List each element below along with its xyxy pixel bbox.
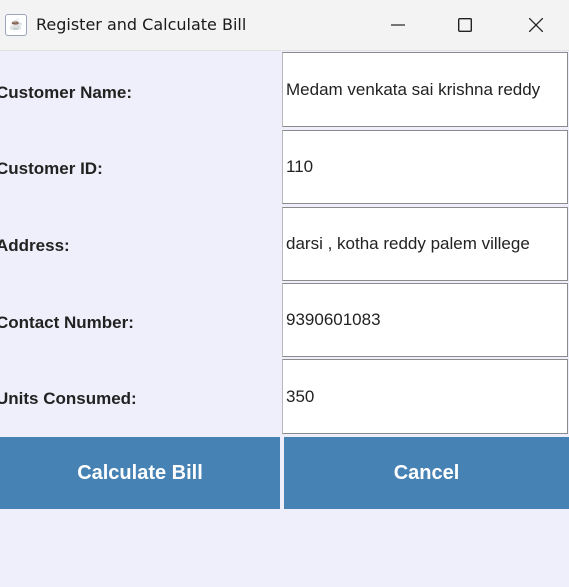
close-button[interactable] <box>513 0 559 50</box>
units-consumed-label: Units Consumed: <box>0 389 137 408</box>
address-field[interactable]: darsi , kotha reddy palem villege <box>282 207 568 281</box>
window-title: Register and Calculate Bill <box>36 15 247 34</box>
units-consumed-field[interactable]: 350 <box>282 359 568 434</box>
java-icon: ☕ <box>5 14 27 36</box>
cancel-button[interactable]: Cancel <box>284 437 569 509</box>
contact-number-field[interactable]: 9390601083 <box>282 283 568 357</box>
minimize-icon <box>391 24 405 26</box>
customer-name-field[interactable]: Medam venkata sai krishna reddy <box>282 52 568 127</box>
contact-number-label: Contact Number: <box>0 313 134 332</box>
title-bar[interactable]: ☕ Register and Calculate Bill <box>0 0 569 51</box>
customer-name-label: Customer Name: <box>0 83 133 102</box>
maximize-button[interactable] <box>442 0 488 50</box>
maximize-icon <box>458 18 472 32</box>
calculate-bill-button[interactable]: Calculate Bill <box>0 437 280 509</box>
address-label: Address: <box>0 236 70 255</box>
customer-id-label: Customer ID: <box>0 159 103 178</box>
customer-id-field[interactable]: 110 <box>282 130 568 204</box>
minimize-button[interactable] <box>375 0 421 50</box>
close-icon <box>529 18 543 32</box>
